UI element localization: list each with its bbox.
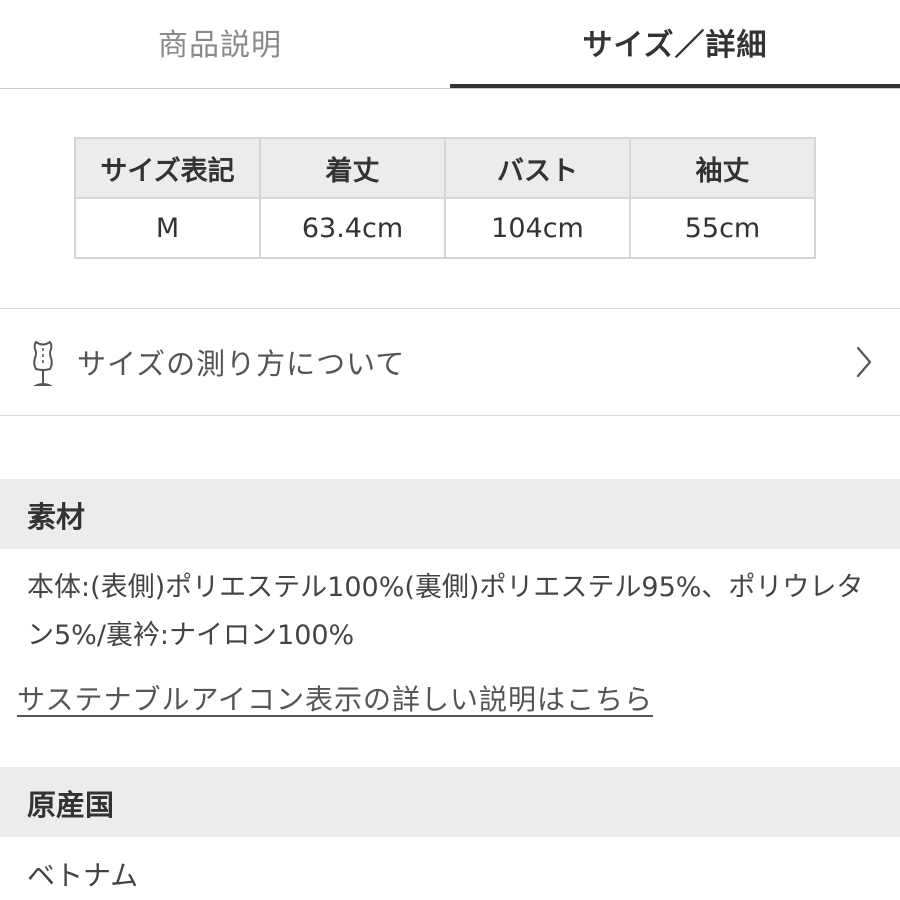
size-measure-link[interactable]: サイズの測り方について — [0, 308, 900, 416]
tab-size-detail[interactable]: サイズ／詳細 — [450, 0, 900, 88]
header-bust: バスト — [444, 137, 631, 199]
mannequin-icon — [33, 340, 53, 386]
sustainable-icon-link[interactable]: サステナブルアイコン表示の詳しい説明はこちら — [17, 678, 653, 718]
cell-sleeve: 55cm — [629, 197, 816, 259]
material-section-header: 素材 — [0, 479, 900, 549]
header-sleeve: 袖丈 — [629, 137, 816, 199]
material-description: 本体:(表側)ポリエステル100%(裏側)ポリエステル95%、ポリウレタン5%/… — [27, 572, 864, 651]
cell-bust: 104cm — [444, 197, 631, 259]
cell-length: 63.4cm — [259, 197, 446, 259]
size-table: サイズ表記 着丈 バスト 袖丈 M 63.4cm 104cm 55cm — [74, 137, 816, 259]
table-row: M 63.4cm 104cm 55cm — [74, 197, 816, 259]
size-measure-label: サイズの測り方について — [77, 347, 406, 381]
product-detail-page: 商品説明 サイズ／詳細 サイズ表記 着丈 バスト 袖丈 M 63.4cm 104… — [0, 0, 900, 900]
origin-country: ベトナム — [27, 859, 139, 892]
tab-bar: 商品説明 サイズ／詳細 — [0, 0, 900, 89]
active-tab-indicator — [450, 84, 900, 88]
material-title: 素材 — [27, 500, 86, 534]
cell-size: M — [74, 197, 261, 259]
tab-description[interactable]: 商品説明 — [0, 0, 440, 88]
header-length: 着丈 — [259, 137, 446, 199]
header-size-label: サイズ表記 — [74, 137, 261, 199]
chevron-right-icon — [856, 346, 872, 378]
origin-section-header: 原産国 — [0, 767, 900, 837]
origin-title: 原産国 — [27, 788, 115, 822]
table-header-row: サイズ表記 着丈 バスト 袖丈 — [74, 137, 816, 199]
